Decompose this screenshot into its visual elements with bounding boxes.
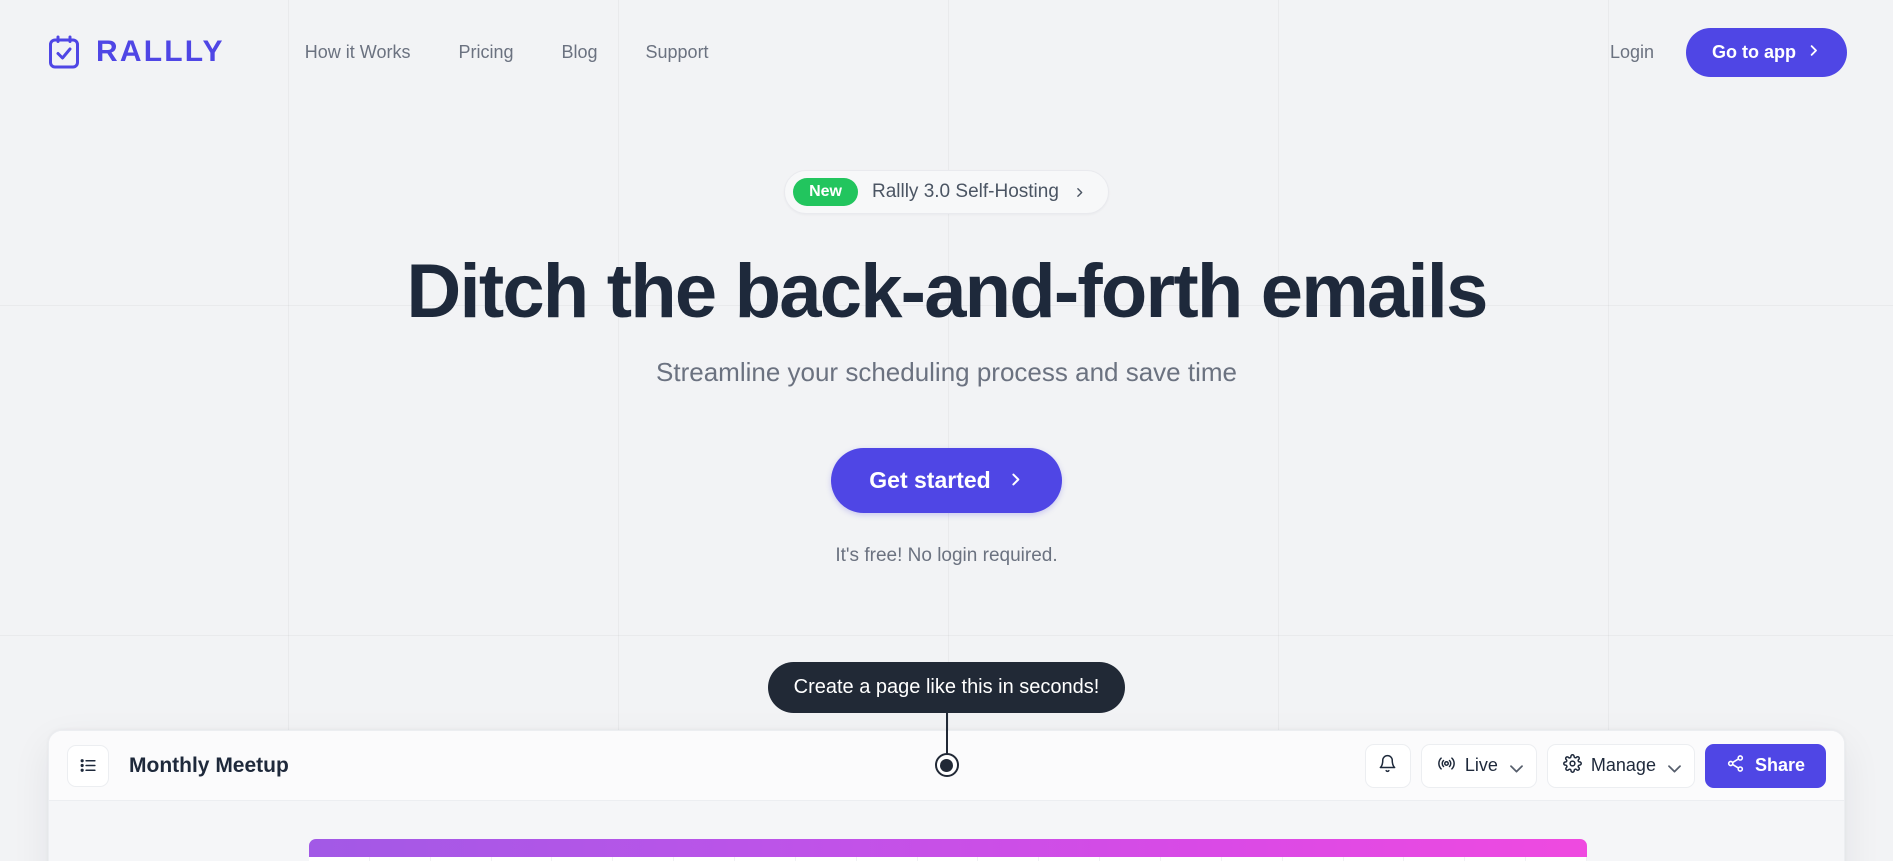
brand-name: RALLLY [96, 35, 225, 68]
poll-column-notches [309, 857, 1588, 861]
announcement-banner[interactable]: New Rallly 3.0 Self-Hosting [784, 170, 1109, 215]
header-actions: Login Go to app [1596, 27, 1847, 77]
callout: Create a page like this in seconds! [0, 662, 1893, 777]
chevron-right-icon [1007, 467, 1024, 494]
calendar-check-icon [46, 34, 82, 70]
nav-item-blog[interactable]: Blog [537, 32, 621, 73]
page-subtitle: Streamline your scheduling process and s… [656, 356, 1237, 387]
site-header: RALLLY How it Works Pricing Blog Support… [0, 0, 1893, 104]
callout-tooltip: Create a page like this in seconds! [767, 662, 1126, 713]
poll-gradient-bar [309, 839, 1587, 857]
go-to-app-label: Go to app [1712, 41, 1796, 62]
go-to-app-button[interactable]: Go to app [1686, 27, 1847, 77]
chevron-right-icon [1073, 186, 1086, 199]
nav-item-pricing[interactable]: Pricing [434, 32, 537, 73]
status-badge: New [793, 178, 858, 207]
main-nav: How it Works Pricing Blog Support [281, 32, 733, 73]
free-note: It's free! No login required. [835, 544, 1058, 566]
chevron-right-icon [1806, 42, 1821, 63]
page-title: Ditch the back-and-forth emails [406, 249, 1488, 335]
nav-item-how-it-works[interactable]: How it Works [281, 32, 435, 73]
announcement-text: Rallly 3.0 Self-Hosting [871, 181, 1059, 203]
get-started-label: Get started [869, 466, 991, 493]
callout-connector-line [945, 713, 948, 754]
get-started-button[interactable]: Get started [831, 447, 1062, 513]
login-link[interactable]: Login [1596, 32, 1668, 73]
brand-logo[interactable]: RALLLY [46, 34, 225, 70]
dot-marker-icon [934, 753, 959, 777]
hero-section: New Rallly 3.0 Self-Hosting Ditch the ba… [0, 104, 1893, 567]
poll-body [49, 801, 1844, 861]
nav-item-support[interactable]: Support [622, 32, 733, 73]
